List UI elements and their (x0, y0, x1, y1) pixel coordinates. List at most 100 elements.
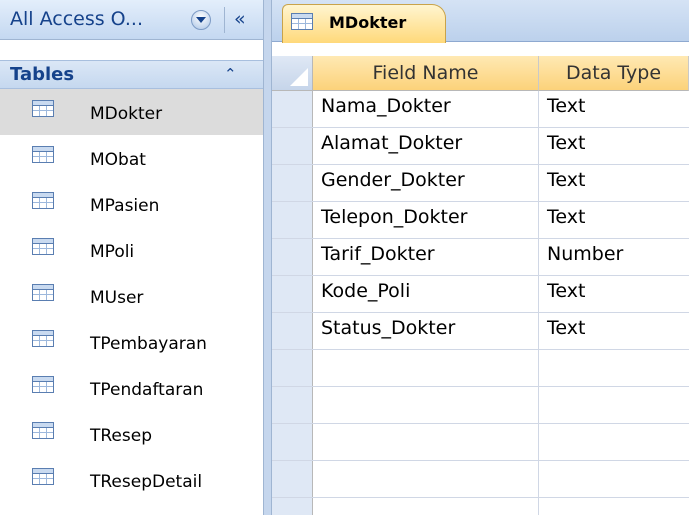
group-label: Tables (10, 64, 75, 85)
row-selector[interactable] (272, 387, 313, 423)
table-icon (32, 238, 54, 255)
table-design-grid: Field Name Data Type Nama_Dokter Text Alam… (272, 56, 689, 515)
document-area: MDokter Field Name Data Type Nama_Dokter… (272, 0, 689, 515)
nav-item-mdokter[interactable]: MDokter (0, 89, 263, 135)
table-row[interactable]: Alamat_Dokter Text (272, 128, 689, 165)
pane-splitter[interactable] (264, 0, 272, 515)
row-selector[interactable] (272, 91, 313, 127)
data-type-cell[interactable]: Text (539, 91, 689, 127)
field-name-cell[interactable]: Tarif_Dokter (313, 239, 539, 275)
data-type-cell[interactable]: Number (539, 239, 689, 275)
table-row[interactable]: Nama_Dokter Text (272, 91, 689, 128)
nav-item-label: MPasien (90, 196, 160, 216)
row-selector[interactable] (272, 276, 313, 312)
row-selector[interactable] (272, 313, 313, 349)
nav-item-label: TPembayaran (90, 334, 207, 354)
table-row[interactable] (272, 424, 689, 461)
data-type-value: Number (547, 243, 624, 265)
nav-item-mobat[interactable]: MObat (0, 135, 263, 181)
nav-item-tpendaftaran[interactable]: TPendaftaran (0, 365, 263, 411)
table-icon (32, 146, 54, 163)
nav-item-mpoli[interactable]: MPoli (0, 227, 263, 273)
table-icon (32, 422, 54, 439)
nav-item-tpembayaran[interactable]: TPembayaran (0, 319, 263, 365)
group-header-tables[interactable]: Tables ⌃ (0, 60, 263, 89)
nav-item-label: MObat (90, 150, 146, 170)
data-type-cell[interactable]: Text (539, 202, 689, 238)
field-name-value: Gender_Dokter (321, 169, 465, 191)
nav-item-label: TPendaftaran (90, 380, 204, 400)
navigation-pane: All Access O... « Tables ⌃ MDokter MObat M… (0, 0, 264, 515)
field-name-cell[interactable] (313, 498, 539, 515)
table-row[interactable]: Telepon_Dokter Text (272, 202, 689, 239)
chevron-down-icon[interactable] (191, 10, 211, 30)
collapse-group-icon[interactable]: ⌃ (224, 65, 237, 83)
field-name-cell[interactable] (313, 387, 539, 423)
nav-item-mpasien[interactable]: MPasien (0, 181, 263, 227)
field-name-value: Tarif_Dokter (321, 243, 435, 265)
row-selector[interactable] (272, 239, 313, 275)
nav-item-label: MDokter (90, 104, 163, 124)
table-row[interactable] (272, 461, 689, 498)
field-name-cell[interactable]: Kode_Poli (313, 276, 539, 312)
table-row[interactable]: Gender_Dokter Text (272, 165, 689, 202)
table-row[interactable] (272, 387, 689, 424)
row-selector[interactable] (272, 424, 313, 460)
tab-mdokter[interactable]: MDokter (282, 4, 446, 43)
nav-item-tresepdetail[interactable]: TResepDetail (0, 457, 263, 503)
data-type-cell[interactable] (539, 350, 689, 386)
row-selector[interactable] (272, 498, 313, 515)
column-header-data-type[interactable]: Data Type (539, 56, 689, 91)
table-icon (32, 468, 54, 485)
data-type-value: Text (547, 206, 586, 228)
column-header-field-name[interactable]: Field Name (313, 56, 539, 91)
field-name-cell[interactable]: Nama_Dokter (313, 91, 539, 127)
field-name-value: Telepon_Dokter (321, 206, 468, 228)
data-type-cell[interactable] (539, 387, 689, 423)
table-row[interactable]: Status_Dokter Text (272, 313, 689, 350)
table-icon (32, 192, 54, 209)
field-name-cell[interactable] (313, 424, 539, 460)
data-type-value: Text (547, 317, 586, 339)
nav-item-label: TResep (90, 426, 152, 446)
table-icon (32, 376, 54, 393)
field-name-cell[interactable]: Telepon_Dokter (313, 202, 539, 238)
row-selector[interactable] (272, 202, 313, 238)
document-tab-strip: MDokter (272, 0, 689, 43)
field-name-value: Alamat_Dokter (321, 132, 463, 154)
data-type-cell[interactable]: Text (539, 165, 689, 201)
table-row[interactable]: Tarif_Dokter Number (272, 239, 689, 276)
row-selector[interactable] (272, 350, 313, 386)
select-all-corner[interactable] (272, 56, 313, 91)
navigation-pane-header[interactable]: All Access O... « (0, 0, 263, 40)
data-type-cell[interactable] (539, 424, 689, 460)
field-name-cell[interactable] (313, 461, 539, 497)
field-name-value: Status_Dokter (321, 317, 456, 339)
table-row[interactable] (272, 498, 689, 515)
row-selector[interactable] (272, 461, 313, 497)
row-selector[interactable] (272, 128, 313, 164)
column-header-label: Field Name (372, 62, 479, 84)
navigation-pane-title[interactable]: All Access O... (10, 8, 143, 30)
tab-label: MDokter (329, 13, 407, 32)
nav-item-label: MPoli (90, 242, 135, 262)
data-type-cell[interactable] (539, 498, 689, 515)
table-row[interactable] (272, 350, 689, 387)
data-type-cell[interactable]: Text (539, 313, 689, 349)
field-name-cell[interactable]: Gender_Dokter (313, 165, 539, 201)
field-name-cell[interactable]: Status_Dokter (313, 313, 539, 349)
column-header-label: Data Type (565, 62, 662, 84)
data-type-cell[interactable]: Text (539, 276, 689, 312)
field-name-cell[interactable]: Alamat_Dokter (313, 128, 539, 164)
table-icon (291, 13, 313, 30)
row-selector[interactable] (272, 165, 313, 201)
table-icon (32, 100, 54, 117)
collapse-pane-icon[interactable]: « (234, 8, 246, 30)
field-name-cell[interactable] (313, 350, 539, 386)
table-icon (32, 330, 54, 347)
nav-item-tresep[interactable]: TResep (0, 411, 263, 457)
data-type-cell[interactable]: Text (539, 128, 689, 164)
table-row[interactable]: Kode_Poli Text (272, 276, 689, 313)
nav-item-muser[interactable]: MUser (0, 273, 263, 319)
data-type-cell[interactable] (539, 461, 689, 497)
